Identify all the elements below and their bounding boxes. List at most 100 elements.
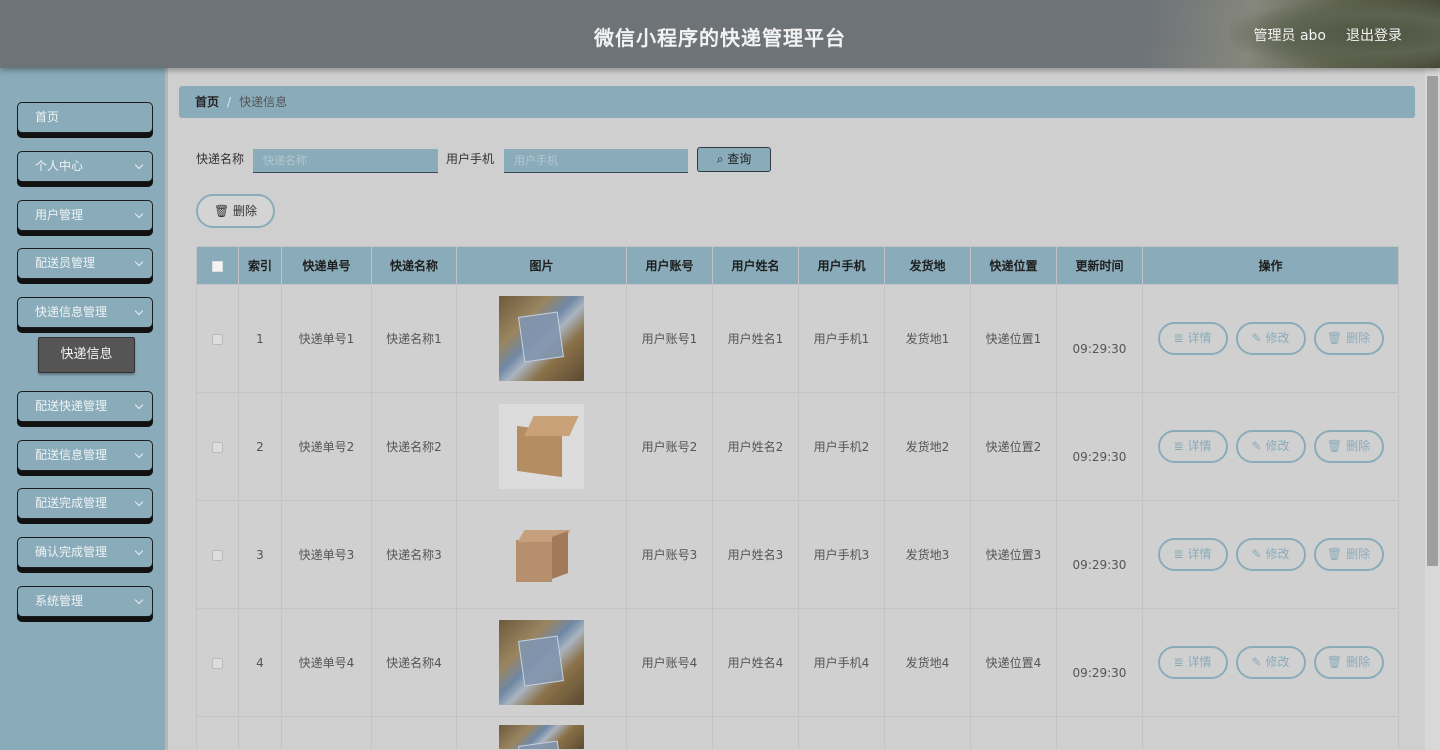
sidebar-item-label: 系统管理 — [35, 594, 84, 608]
table-row: 2 快递单号2 快递名称2 用户账号2 用户姓名2 用户手机2 发货地2 快递位… — [196, 392, 1399, 501]
sidebar-item-label: 确认完成管理 — [35, 545, 108, 559]
cell-image — [456, 392, 627, 501]
cell-origin — [884, 716, 971, 750]
column-header: 快递单号 — [281, 246, 372, 285]
express-name-input[interactable] — [253, 149, 438, 173]
query-button[interactable]: ⌕ 查询 — [697, 147, 771, 172]
chevron-down-icon — [134, 160, 144, 170]
cell-name: 快递名称1 — [371, 284, 457, 393]
detail-label: 详情 — [1187, 331, 1212, 345]
sidebar-subitem-express-info[interactable]: 快递信息 — [38, 337, 135, 373]
row-select-cell — [196, 608, 239, 717]
small-box-image[interactable] — [499, 512, 584, 597]
row-checkbox[interactable] — [212, 549, 223, 561]
cardboard-box-image[interactable] — [499, 404, 584, 489]
delete-button[interactable]: 🗑︎ 删除 — [1313, 430, 1384, 463]
cell-account: 用户账号3 — [626, 500, 713, 609]
chevron-down-icon — [134, 595, 144, 605]
column-header: 操作 — [1142, 246, 1399, 285]
scrollbar-thumb[interactable] — [1427, 76, 1438, 566]
edit-button[interactable]: ✎ 修改 — [1235, 538, 1306, 571]
sidebar-item-delivery-complete-management[interactable]: 配送完成管理 — [17, 488, 153, 519]
sidebar-item-system-management[interactable]: 系统管理 — [17, 586, 153, 617]
table-row: 3 快递单号3 快递名称3 用户账号3 用户姓名3 用户手机3 发货地3 快递位… — [196, 500, 1399, 609]
parcel-image[interactable] — [499, 296, 584, 381]
sidebar-item-home[interactable]: 首页 — [17, 102, 153, 133]
select-all-checkbox[interactable] — [212, 260, 223, 272]
edit-label: 修改 — [1265, 331, 1290, 345]
cell-phone: 用户手机1 — [798, 284, 885, 393]
row-checkbox[interactable] — [212, 657, 223, 669]
main-content: 首页 / 快递信息 快递名称 用户手机 ⌕ 查询 🗑︎ 删除 索引 快递单号 快递名… — [171, 68, 1425, 750]
cell-location: 快递位置4 — [970, 608, 1057, 717]
sidebar-item-label: 配送快递管理 — [35, 399, 108, 413]
cell-tracking: 快递单号1 — [281, 284, 372, 393]
breadcrumb-separator: / — [227, 95, 232, 109]
cell-location: 快递位置3 — [970, 500, 1057, 609]
delete-button[interactable]: 🗑︎ 删除 — [1313, 322, 1384, 355]
app-title: 微信小程序的快递管理平台 — [594, 26, 846, 50]
cell-name — [371, 716, 457, 750]
header-select-all[interactable] — [196, 246, 239, 285]
cell-actions — [1142, 716, 1399, 750]
trash-icon: 🗑︎ — [1326, 655, 1343, 669]
sidebar-item-express-info-management[interactable]: 快递信息管理 — [17, 297, 153, 328]
document-icon: ≣ — [1173, 547, 1184, 561]
column-header: 发货地 — [884, 246, 971, 285]
cell-username: 用户姓名1 — [712, 284, 799, 393]
cell-index — [238, 716, 282, 750]
cell-origin: 发货地4 — [884, 608, 971, 717]
cell-username: 用户姓名4 — [712, 608, 799, 717]
row-select-cell — [196, 392, 239, 501]
sidebar-item-confirm-complete-management[interactable]: 确认完成管理 — [17, 537, 153, 568]
document-icon: ≣ — [1173, 331, 1184, 345]
detail-button[interactable]: ≣ 详情 — [1157, 646, 1228, 679]
edit-button[interactable]: ✎ 修改 — [1235, 322, 1306, 355]
column-header: 索引 — [238, 246, 282, 285]
cell-phone — [798, 716, 885, 750]
delete-button[interactable]: 🗑︎ 删除 — [1313, 538, 1384, 571]
detail-button[interactable]: ≣ 详情 — [1157, 538, 1228, 571]
column-header: 用户账号 — [626, 246, 713, 285]
edit-button[interactable]: ✎ 修改 — [1235, 646, 1306, 679]
search-icon: ⌕ — [716, 152, 724, 166]
delete-label: 删除 — [1346, 439, 1371, 453]
edit-label: 修改 — [1265, 547, 1290, 561]
delete-button[interactable]: 🗑︎ 删除 — [1313, 646, 1384, 679]
express-table: 索引 快递单号 快递名称 图片 用户账号 用户姓名 用户手机 发货地 快递位置 … — [196, 246, 1399, 750]
table-row: 4 快递单号4 快递名称4 用户账号4 用户姓名4 用户手机4 发货地4 快递位… — [196, 608, 1399, 717]
bulk-delete-label: 删除 — [233, 204, 258, 218]
cell-username: 用户姓名2 — [712, 392, 799, 501]
page-scrollbar[interactable] — [1425, 68, 1440, 750]
trash-icon: 🗑︎ — [213, 204, 230, 218]
sidebar-item-delivery-express-management[interactable]: 配送快递管理 — [17, 391, 153, 422]
cell-origin: 发货地2 — [884, 392, 971, 501]
row-checkbox[interactable] — [212, 441, 223, 453]
user-phone-input[interactable] — [504, 149, 688, 173]
edit-button[interactable]: ✎ 修改 — [1235, 430, 1306, 463]
chevron-down-icon — [134, 449, 144, 459]
row-checkbox[interactable] — [212, 333, 223, 345]
parcel-image[interactable] — [499, 725, 584, 749]
cell-account: 用户账号2 — [626, 392, 713, 501]
parcel-image[interactable] — [499, 620, 584, 705]
sidebar-item-delivery-info-management[interactable]: 配送信息管理 — [17, 440, 153, 471]
detail-button[interactable]: ≣ 详情 — [1157, 430, 1228, 463]
document-icon: ≣ — [1173, 655, 1184, 669]
cell-time: 09:29:30 — [1056, 608, 1143, 717]
bulk-delete-button[interactable]: 🗑︎ 删除 — [196, 194, 275, 228]
sidebar-item-courier-management[interactable]: 配送员管理 — [17, 248, 153, 279]
chevron-down-icon — [134, 209, 144, 219]
cell-time: 09:29:30 — [1056, 284, 1143, 393]
cell-image — [456, 608, 627, 717]
detail-button[interactable]: ≣ 详情 — [1157, 322, 1228, 355]
cell-index: 3 — [238, 500, 282, 609]
column-header: 用户姓名 — [712, 246, 799, 285]
cell-tracking: 快递单号2 — [281, 392, 372, 501]
sidebar-item-user-management[interactable]: 用户管理 — [17, 200, 153, 231]
table-header-row: 索引 快递单号 快递名称 图片 用户账号 用户姓名 用户手机 发货地 快递位置 … — [196, 246, 1399, 285]
breadcrumb-home-link[interactable]: 首页 — [195, 95, 219, 109]
sidebar-item-personal-center[interactable]: 个人中心 — [17, 151, 153, 182]
logout-link[interactable]: 退出登录 — [1346, 25, 1402, 45]
delete-label: 删除 — [1346, 547, 1371, 561]
